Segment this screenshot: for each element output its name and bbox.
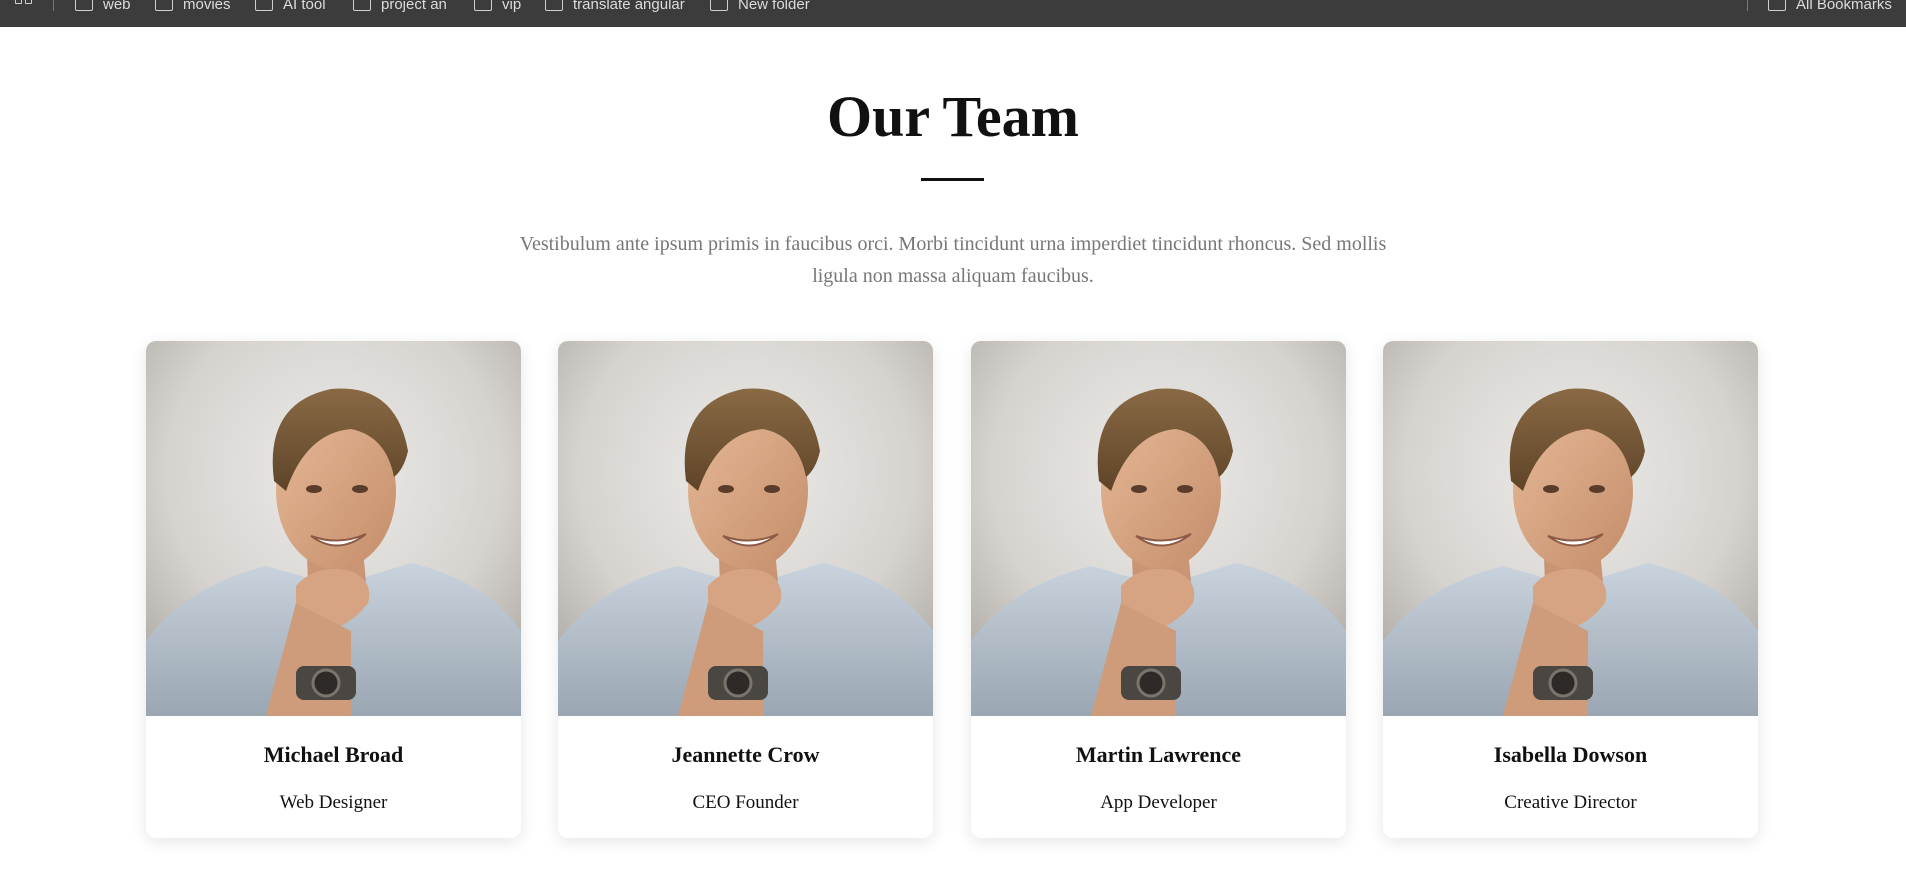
team-member-photo	[146, 341, 521, 716]
team-member-photo	[558, 341, 933, 716]
bookmarks-separator	[53, 0, 54, 11]
bookmarks-bar: web movies AI tool project an vip transl…	[0, 0, 1906, 27]
team-member-role: Web Designer	[279, 792, 388, 813]
bookmark-label: web	[103, 0, 131, 13]
bookmarks-separator	[1747, 0, 1748, 11]
folder-icon	[75, 0, 93, 11]
bookmark-label: New folder	[738, 0, 810, 13]
bookmark-folder-vip[interactable]: vip	[474, 0, 521, 14]
bookmark-label: vip	[502, 0, 522, 13]
title-divider	[921, 178, 984, 181]
bookmark-label: AI tool	[283, 0, 326, 13]
all-bookmarks-label: All Bookmarks	[1796, 0, 1892, 13]
folder-icon	[710, 0, 728, 11]
team-member-name: Martin Lawrence	[1075, 742, 1242, 767]
bookmark-folder-web[interactable]: web	[75, 0, 131, 14]
bookmark-label: movies	[183, 0, 231, 13]
bookmark-folder-ai-tool[interactable]: AI tool	[255, 0, 326, 14]
folder-icon	[255, 0, 273, 11]
bookmark-folder-project-an[interactable]: project an	[353, 0, 447, 14]
bookmark-folder-movies[interactable]: movies	[155, 0, 231, 14]
apps-grid-icon[interactable]	[15, 0, 35, 11]
page-title: Our Team	[827, 84, 1079, 149]
folder-icon	[545, 0, 563, 11]
team-card: Isabella Dowson Creative Director	[1383, 341, 1758, 838]
section-description: Vestibulum ante ipsum primis in faucibus…	[519, 233, 1387, 287]
team-member-photo	[971, 341, 1346, 716]
bookmark-folder-translate-angular[interactable]: translate angular	[545, 0, 685, 14]
folder-icon	[353, 0, 371, 11]
team-card: Michael Broad Web Designer	[146, 341, 521, 838]
team-member-name: Michael Broad	[263, 742, 404, 767]
team-member-photo	[1383, 341, 1758, 716]
team-card: Jeannette Crow CEO Founder	[558, 341, 933, 838]
bookmark-label: project an	[381, 0, 447, 13]
team-member-role: CEO Founder	[692, 792, 799, 813]
team-member-name: Jeannette Crow	[671, 742, 820, 767]
folder-icon	[155, 0, 173, 11]
bookmark-folder-new-folder[interactable]: New folder	[710, 0, 810, 14]
bookmark-label: translate angular	[573, 0, 685, 13]
team-member-role: Creative Director	[1504, 792, 1637, 813]
team-member-name: Isabella Dowson	[1493, 742, 1648, 767]
team-member-role: App Developer	[1100, 792, 1217, 813]
folder-icon	[1768, 0, 1786, 11]
team-card: Martin Lawrence App Developer	[971, 341, 1346, 838]
all-bookmarks-button[interactable]: All Bookmarks	[1768, 0, 1892, 14]
folder-icon	[474, 0, 492, 11]
